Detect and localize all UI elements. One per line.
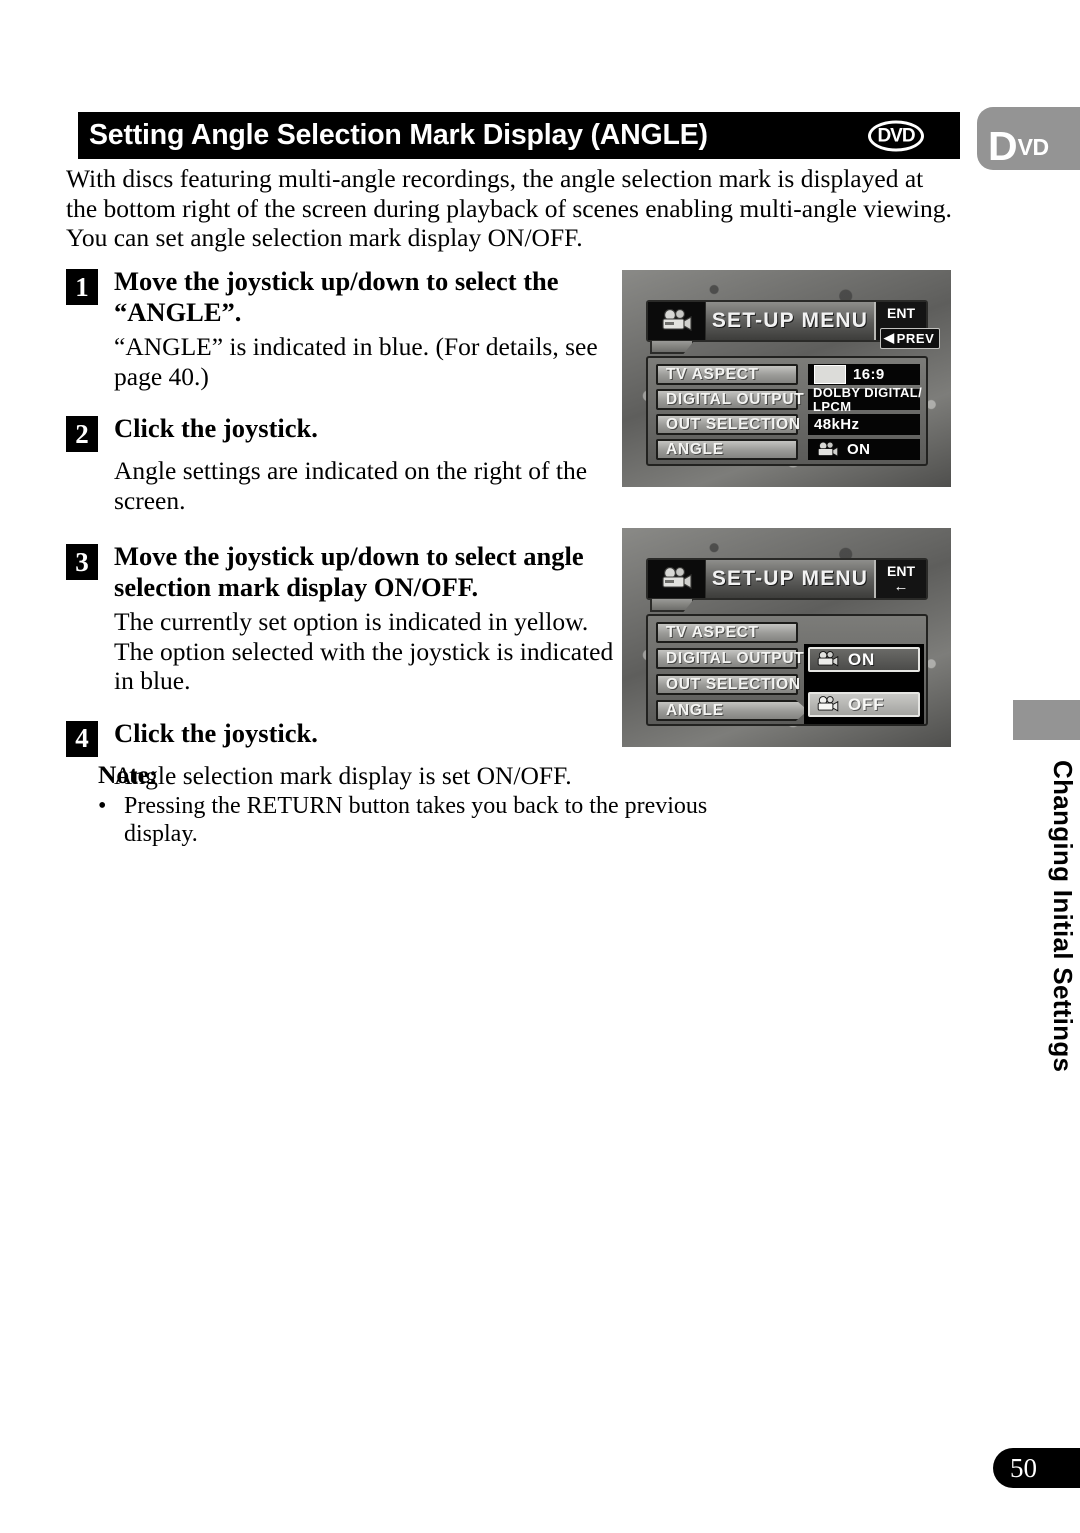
return-arrow-icon: ← (893, 578, 909, 595)
value-angle-text: ON (847, 441, 871, 458)
note-item-text: Pressing the RETURN button takes you bac… (124, 793, 708, 847)
step-1-heading: 1 Move the joystick up/down to select th… (66, 266, 614, 328)
intro-paragraph: With discs featuring multi-angle recordi… (66, 164, 952, 252)
dvd-logo-label: DVD (877, 125, 915, 146)
screenshot-ui: SET-UP MENU ENT ← TV ASPECT DIGITAL OUTP… (622, 528, 951, 747)
menu-item-tv-aspect[interactable]: TV ASPECT (656, 622, 798, 643)
step-1: 1 Move the joystick up/down to select th… (66, 266, 614, 391)
device-menu-title: SET-UP MENU (711, 309, 869, 332)
page-number-bar: 50 (993, 1448, 1080, 1488)
device-screenshot-angle-options: SET-UP MENU ENT ← TV ASPECT DIGITAL OUTP… (622, 528, 951, 747)
note-block: Note: • Pressing the RETURN button takes… (98, 760, 738, 848)
prev-button[interactable]: ◀ PREV (880, 328, 941, 349)
step-2-body: Angle settings are indicated on the righ… (114, 456, 588, 515)
angle-option-on-label: ON (848, 649, 876, 669)
device-tab-indicator (650, 341, 694, 354)
video-camera-icon (817, 441, 839, 457)
menu-item-out-selection[interactable]: OUT SELECTION (656, 674, 800, 695)
device-menu-title: SET-UP MENU (711, 567, 869, 590)
page-title: Setting Angle Selection Mark Display (AN… (89, 119, 708, 151)
dvd-tab-d-letter: D (988, 123, 1018, 170)
step-2-title: Click the joystick. (114, 413, 318, 443)
ent-label: ENT (887, 305, 915, 321)
step-2-number: 2 (66, 416, 98, 452)
video-camera-icon (648, 302, 706, 340)
menu-item-tv-aspect[interactable]: TV ASPECT (656, 364, 798, 385)
aspect-ratio-chip-icon (814, 365, 846, 384)
value-tv-aspect: 16:9 (808, 364, 920, 385)
menu-item-digital-output[interactable]: DIGITAL OUTPUT (656, 648, 804, 669)
device-menu-panel: TV ASPECT DIGITAL OUTPUT OUT SELECTION A… (646, 614, 928, 726)
step-3-heading: 3 Move the joystick up/down to select an… (66, 541, 614, 603)
prev-label: PREV (896, 330, 935, 346)
video-camera-icon (817, 696, 839, 712)
ent-button[interactable]: ENT ← (874, 560, 926, 598)
value-digital-output-line1: DOLBY DIGITAL/ (813, 384, 923, 400)
step-2: 2 Click the joystick. Angle settings are… (66, 413, 614, 515)
step-3-title: Move the joystick up/down to select angl… (114, 541, 584, 602)
prev-arrow-icon: ◀ (884, 330, 895, 345)
value-tv-aspect-text: 16:9 (853, 366, 885, 383)
angle-option-off-label: OFF (848, 694, 885, 714)
value-angle: ON (808, 439, 920, 460)
step-4-number: 4 (66, 720, 98, 757)
value-digital-output: DOLBY DIGITAL/ LPCM (808, 384, 923, 413)
menu-item-digital-output[interactable]: DIGITAL OUTPUT (656, 389, 804, 410)
step-1-number: 1 (66, 269, 98, 305)
note-title: Note: (98, 760, 158, 789)
step-1-body: “ANGLE” is indicated in blue. (For detai… (114, 332, 598, 391)
dvd-logo-icon: DVD (868, 120, 924, 151)
section-tab-label: Changing Initial Settings (1048, 760, 1078, 1073)
device-tab-indicator (650, 599, 694, 612)
value-digital-output-line2: LPCM (813, 398, 852, 414)
step-3-body: The currently set option is indicated in… (114, 607, 614, 695)
device-menu-header: SET-UP MENU ENT ← (646, 558, 928, 600)
step-3-number: 3 (66, 544, 98, 580)
menu-item-out-selection[interactable]: OUT SELECTION (656, 414, 800, 435)
section-tab-marker (1013, 700, 1080, 740)
step-2-heading: 2 Click the joystick. (66, 413, 614, 452)
dvd-tab-vd-letters: VD (1017, 133, 1049, 160)
bullet-icon: • (98, 793, 107, 819)
angle-option-off[interactable]: OFF (808, 692, 920, 717)
menu-item-angle[interactable]: ANGLE (656, 700, 808, 721)
device-screenshot-setup-menu: SET-UP MENU ENT ← ◀ PREV TV ASPECT DIGIT… (622, 270, 951, 487)
manual-page: Setting Angle Selection Mark Display (AN… (0, 0, 1080, 1533)
video-camera-icon (648, 560, 706, 598)
page-number: 50 (1010, 1452, 1037, 1483)
steps-list: 1 Move the joystick up/down to select th… (66, 266, 614, 790)
note-item: • Pressing the RETURN button takes you b… (98, 792, 738, 848)
step-4-title: Click the joystick. (114, 717, 318, 748)
menu-item-angle[interactable]: ANGLE (656, 439, 798, 460)
ent-label: ENT (887, 563, 915, 579)
step-3: 3 Move the joystick up/down to select an… (66, 541, 614, 696)
dvd-format-tab: D VD (977, 107, 1080, 170)
angle-option-on[interactable]: ON (808, 647, 920, 672)
device-menu-panel: TV ASPECT DIGITAL OUTPUT OUT SELECTION A… (646, 356, 928, 466)
step-1-title: Move the joystick up/down to select the … (114, 266, 559, 327)
page-header-bar: Setting Angle Selection Mark Display (AN… (78, 112, 960, 159)
value-out-selection: 48kHz (808, 414, 920, 435)
video-camera-icon (817, 651, 839, 667)
screenshot-ui: SET-UP MENU ENT ← ◀ PREV TV ASPECT DIGIT… (622, 270, 951, 487)
step-4-heading: 4 Click the joystick. (66, 718, 614, 757)
